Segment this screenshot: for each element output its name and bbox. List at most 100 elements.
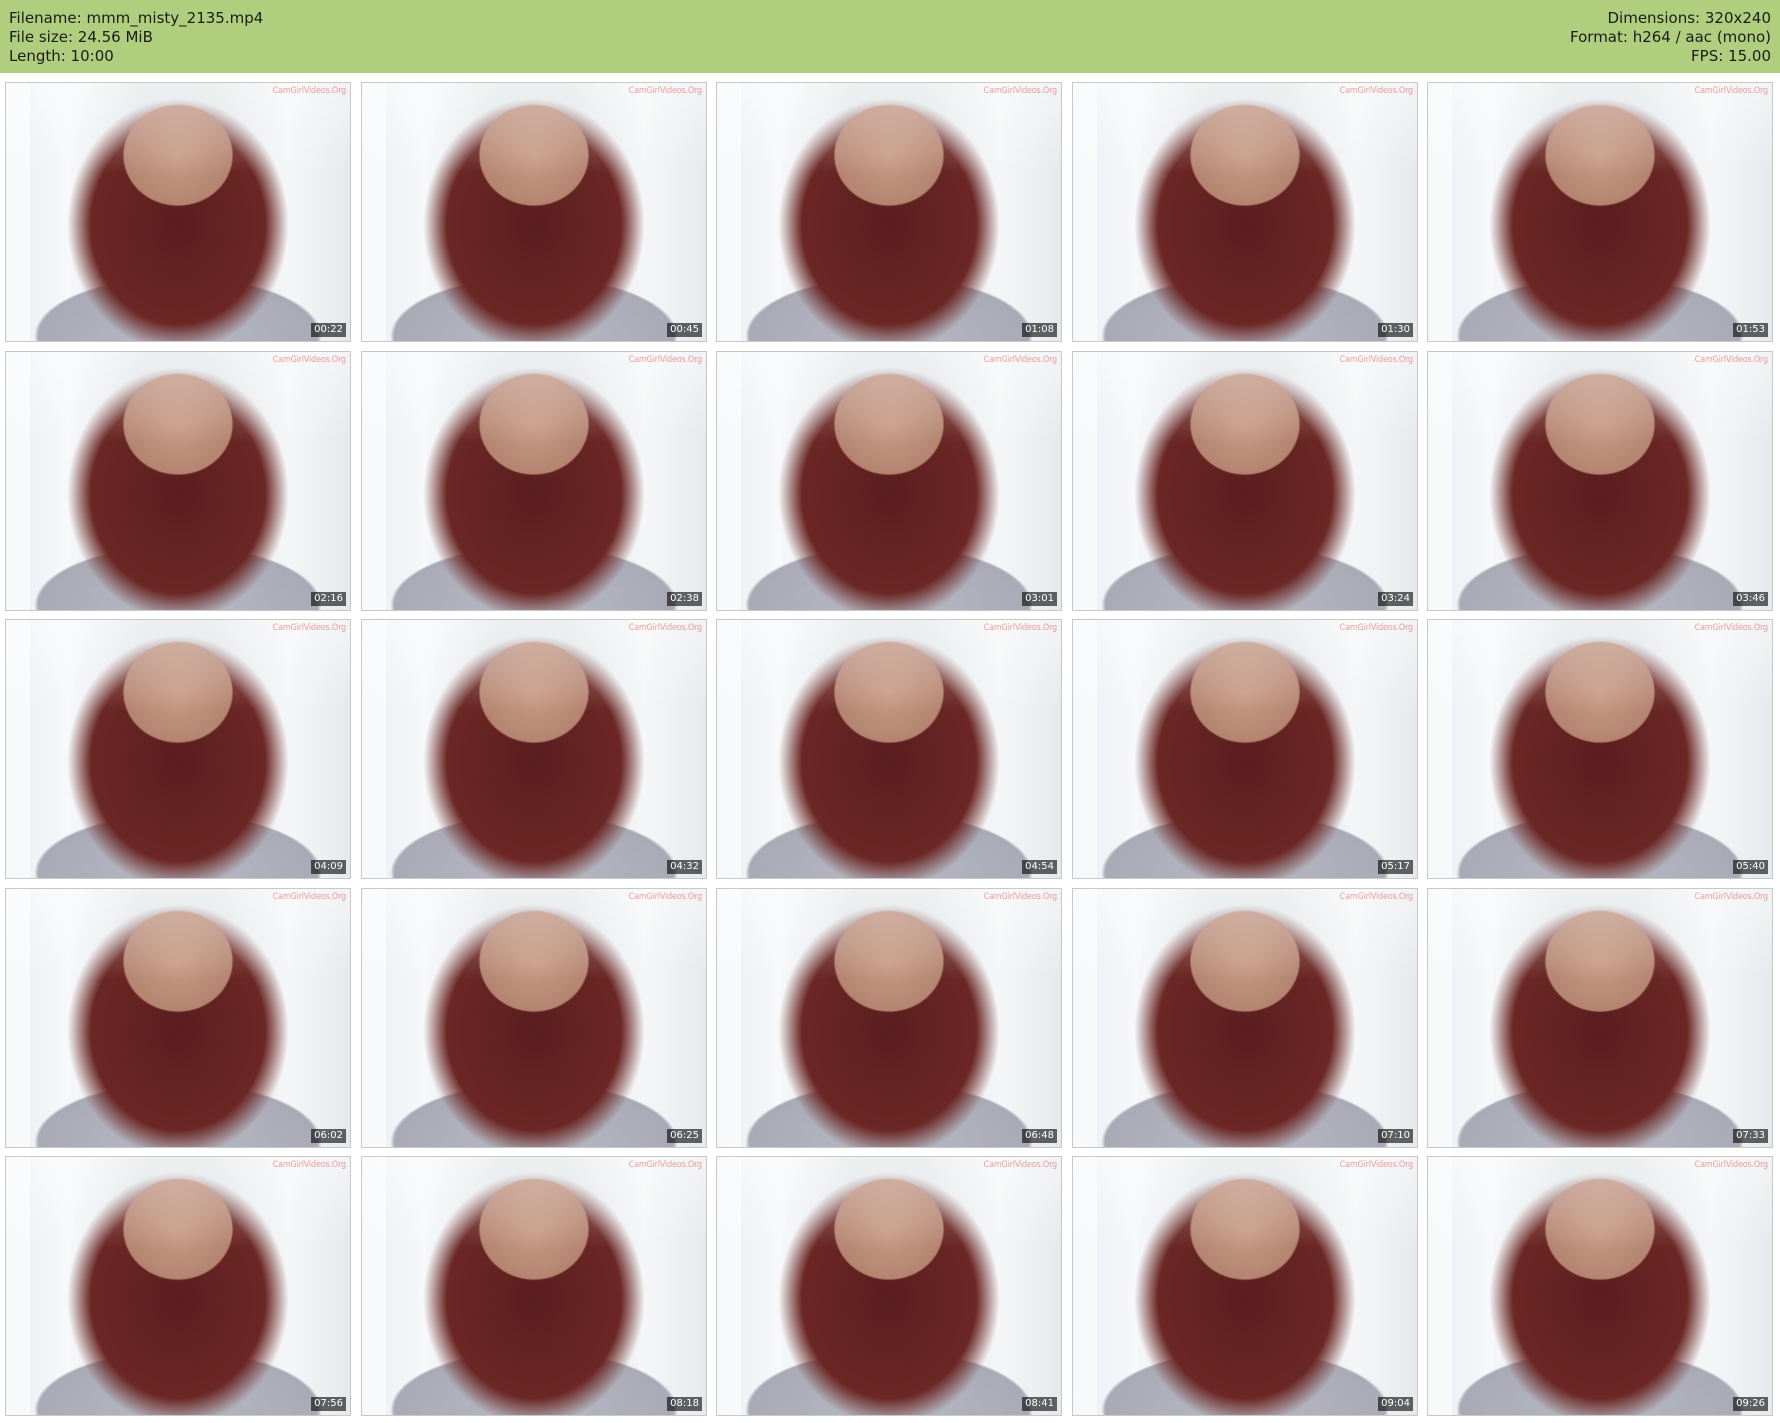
timecode-label: 00:45: [667, 323, 702, 337]
timecode-label: 03:24: [1378, 592, 1413, 606]
timecode-label: 01:53: [1733, 323, 1768, 337]
frame-image: [1073, 83, 1417, 341]
watermark: CamGirlVideos.Org: [983, 1160, 1058, 1170]
frame-image: [6, 352, 350, 610]
frame-image: [1428, 352, 1772, 610]
video-thumbnail: CamGirlVideos.Org 07:10: [1072, 888, 1418, 1148]
frame-image: [6, 83, 350, 341]
watermark: CamGirlVideos.Org: [272, 623, 347, 633]
timecode-label: 01:30: [1378, 323, 1413, 337]
video-thumbnail: CamGirlVideos.Org 06:25: [361, 888, 707, 1148]
timecode-label: 00:22: [311, 323, 346, 337]
frame-image: [6, 620, 350, 878]
watermark: CamGirlVideos.Org: [628, 355, 703, 365]
timecode-label: 02:16: [311, 592, 346, 606]
video-thumbnail: CamGirlVideos.Org 03:01: [716, 351, 1062, 611]
watermark: CamGirlVideos.Org: [1339, 355, 1414, 365]
watermark: CamGirlVideos.Org: [1694, 1160, 1769, 1170]
frame-image: [1428, 889, 1772, 1147]
frame-image: [717, 1157, 1061, 1415]
length-label: Length: 10:00: [9, 47, 114, 65]
file-info: Filename: mmm_misty_2135.mp4 File size: …: [9, 9, 263, 66]
watermark: CamGirlVideos.Org: [983, 355, 1058, 365]
video-thumbnail: CamGirlVideos.Org 02:38: [361, 351, 707, 611]
frame-image: [6, 1157, 350, 1415]
video-thumbnail: CamGirlVideos.Org 04:09: [5, 619, 351, 879]
video-thumbnail: CamGirlVideos.Org 05:40: [1427, 619, 1773, 879]
frame-image: [1073, 352, 1417, 610]
frame-image: [717, 83, 1061, 341]
timecode-label: 04:09: [311, 860, 346, 874]
frame-image: [362, 889, 706, 1147]
frame-image: [362, 620, 706, 878]
video-thumbnail: CamGirlVideos.Org 00:45: [361, 82, 707, 342]
timecode-label: 07:10: [1378, 1129, 1413, 1143]
frame-image: [1073, 620, 1417, 878]
timecode-label: 07:56: [311, 1397, 346, 1411]
video-thumbnail: CamGirlVideos.Org 04:32: [361, 619, 707, 879]
watermark: CamGirlVideos.Org: [1339, 623, 1414, 633]
timecode-label: 08:18: [667, 1397, 702, 1411]
timecode-label: 09:04: [1378, 1397, 1413, 1411]
watermark: CamGirlVideos.Org: [272, 892, 347, 902]
frame-image: [717, 889, 1061, 1147]
timecode-label: 01:08: [1022, 323, 1057, 337]
timecode-label: 05:17: [1378, 860, 1413, 874]
watermark: CamGirlVideos.Org: [1694, 892, 1769, 902]
frame-image: [1428, 83, 1772, 341]
filesize-label: File size: 24.56 MiB: [9, 28, 153, 46]
frame-image: [362, 352, 706, 610]
timecode-label: 07:33: [1733, 1129, 1768, 1143]
timecode-label: 09:26: [1733, 1397, 1768, 1411]
stream-info: Dimensions: 320x240 Format: h264 / aac (…: [1570, 9, 1771, 66]
video-thumbnail: CamGirlVideos.Org 00:22: [5, 82, 351, 342]
video-thumbnail: CamGirlVideos.Org 09:04: [1072, 1156, 1418, 1416]
watermark: CamGirlVideos.Org: [628, 892, 703, 902]
format-label: Format: h264 / aac (mono): [1570, 28, 1771, 46]
video-thumbnail: CamGirlVideos.Org 09:26: [1427, 1156, 1773, 1416]
info-header: Filename: mmm_misty_2135.mp4 File size: …: [0, 0, 1780, 73]
watermark: CamGirlVideos.Org: [1694, 355, 1769, 365]
frame-image: [717, 352, 1061, 610]
fps-label: FPS: 15.00: [1691, 47, 1771, 65]
timecode-label: 03:46: [1733, 592, 1768, 606]
video-thumbnail: CamGirlVideos.Org 02:16: [5, 351, 351, 611]
video-thumbnail: CamGirlVideos.Org 06:02: [5, 888, 351, 1148]
frame-image: [1428, 1157, 1772, 1415]
frame-image: [6, 889, 350, 1147]
watermark: CamGirlVideos.Org: [1694, 623, 1769, 633]
video-thumbnail: CamGirlVideos.Org 03:24: [1072, 351, 1418, 611]
watermark: CamGirlVideos.Org: [983, 86, 1058, 96]
timecode-label: 06:02: [311, 1129, 346, 1143]
watermark: CamGirlVideos.Org: [983, 892, 1058, 902]
video-thumbnail: CamGirlVideos.Org 06:48: [716, 888, 1062, 1148]
watermark: CamGirlVideos.Org: [1339, 86, 1414, 96]
video-thumbnail: CamGirlVideos.Org 04:54: [716, 619, 1062, 879]
watermark: CamGirlVideos.Org: [628, 1160, 703, 1170]
timecode-label: 04:32: [667, 860, 702, 874]
frame-image: [1428, 620, 1772, 878]
video-thumbnail: CamGirlVideos.Org 01:53: [1427, 82, 1773, 342]
frame-image: [362, 1157, 706, 1415]
timecode-label: 05:40: [1733, 860, 1768, 874]
video-thumbnail: CamGirlVideos.Org 05:17: [1072, 619, 1418, 879]
watermark: CamGirlVideos.Org: [983, 623, 1058, 633]
frame-image: [362, 83, 706, 341]
timecode-label: 06:48: [1022, 1129, 1057, 1143]
frame-image: [1073, 889, 1417, 1147]
frame-image: [1073, 1157, 1417, 1415]
watermark: CamGirlVideos.Org: [1694, 86, 1769, 96]
watermark: CamGirlVideos.Org: [272, 355, 347, 365]
watermark: CamGirlVideos.Org: [628, 86, 703, 96]
watermark: CamGirlVideos.Org: [272, 86, 347, 96]
frame-image: [717, 620, 1061, 878]
filename-label: Filename: mmm_misty_2135.mp4: [9, 9, 264, 27]
timecode-label: 04:54: [1022, 860, 1057, 874]
video-thumbnail: CamGirlVideos.Org 08:18: [361, 1156, 707, 1416]
watermark: CamGirlVideos.Org: [628, 623, 703, 633]
video-thumbnail: CamGirlVideos.Org 07:56: [5, 1156, 351, 1416]
video-thumbnail: CamGirlVideos.Org 01:08: [716, 82, 1062, 342]
video-thumbnail: CamGirlVideos.Org 03:46: [1427, 351, 1773, 611]
timecode-label: 02:38: [667, 592, 702, 606]
timecode-label: 06:25: [667, 1129, 702, 1143]
